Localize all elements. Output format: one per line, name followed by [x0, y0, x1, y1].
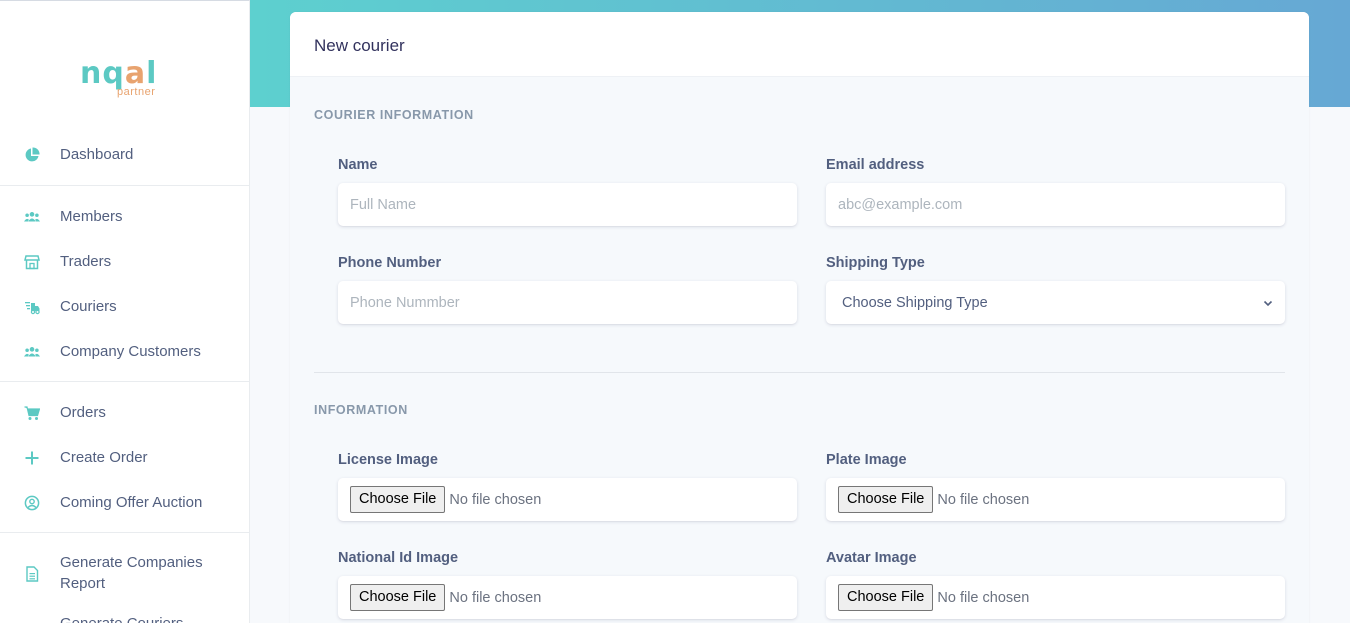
plate-image-label: Plate Image — [826, 452, 907, 468]
users-icon — [24, 209, 40, 225]
chevron-down-icon — [1263, 296, 1273, 307]
brand-logo[interactable]: nqal partner — [80, 59, 172, 103]
file-status: No file chosen — [449, 491, 542, 508]
card-header: New courier — [290, 12, 1309, 77]
store-icon — [24, 254, 40, 270]
sidebar-item-dashboard[interactable]: Dashboard — [0, 144, 249, 165]
sidebar-item-members[interactable]: Members — [0, 206, 249, 227]
email-label: Email address — [826, 157, 925, 173]
shipping-type-label: Shipping Type — [826, 255, 925, 271]
page-title: New courier — [314, 36, 405, 55]
file-status: No file chosen — [449, 589, 542, 606]
avatar-image-file-input[interactable]: Choose File No file chosen — [826, 576, 1285, 619]
email-input[interactable] — [826, 183, 1285, 226]
sidebar-item-label: Create Order — [60, 449, 148, 466]
sidebar-item-label: Generate Couriers — [60, 613, 183, 623]
file-status: No file chosen — [937, 589, 1030, 606]
sidebar-divider — [0, 381, 249, 382]
plate-image-file-input[interactable]: Choose File No file chosen — [826, 478, 1285, 521]
section-heading-courier-information: COURIER INFORMATION — [314, 108, 474, 122]
phone-label: Phone Number — [338, 255, 442, 271]
sidebar-divider — [0, 185, 249, 186]
sidebar-item-orders[interactable]: Orders — [0, 402, 249, 423]
sidebar-item-label: Couriers — [60, 298, 117, 315]
sidebar-item-generate-couriers[interactable]: Generate Couriers — [0, 613, 249, 623]
choose-file-button[interactable]: Choose File — [838, 486, 934, 513]
license-image-label: License Image — [338, 452, 438, 468]
plus-icon — [24, 450, 40, 466]
sidebar-item-label: Generate Companies Report — [60, 554, 203, 592]
logo-subtitle: partner — [117, 86, 156, 98]
sidebar-item-couriers[interactable]: Couriers — [0, 296, 249, 317]
sidebar-item-coming-offer-auction[interactable]: Coming Offer Auction — [0, 492, 249, 513]
file-status: No file chosen — [937, 491, 1030, 508]
sidebar-item-generate-companies-report[interactable]: Generate Companies Report — [0, 552, 249, 596]
section-heading-information: INFORMATION — [314, 403, 408, 417]
shipping-type-selected: Choose Shipping Type — [842, 294, 988, 311]
national-id-image-label: National Id Image — [338, 550, 459, 566]
cart-icon — [24, 405, 40, 421]
sidebar-item-label: Dashboard — [60, 146, 134, 163]
sidebar-item-traders[interactable]: Traders — [0, 251, 249, 272]
name-label: Name — [338, 157, 378, 173]
pie-chart-icon — [24, 146, 40, 163]
shipping-type-select[interactable]: Choose Shipping Type — [826, 281, 1285, 324]
file-icon — [24, 566, 40, 582]
license-image-file-input[interactable]: Choose File No file chosen — [338, 478, 797, 521]
sidebar-item-company-customers[interactable]: Company Customers — [0, 341, 249, 362]
choose-file-button[interactable]: Choose File — [838, 584, 934, 611]
shipping-fast-icon — [24, 299, 40, 315]
sidebar-item-create-order[interactable]: Create Order — [0, 447, 249, 468]
phone-input[interactable] — [338, 281, 797, 324]
sidebar-item-label: Coming Offer Auction — [60, 494, 203, 511]
sidebar-item-label: Members — [60, 208, 123, 225]
sidebar-divider — [0, 532, 249, 533]
choose-file-button[interactable]: Choose File — [350, 486, 446, 513]
choose-file-button[interactable]: Choose File — [350, 584, 446, 611]
sidebar-item-label: Company Customers — [60, 343, 201, 360]
new-courier-card: New courier COURIER INFORMATION Name Ema… — [290, 12, 1309, 623]
sidebar-item-label: Traders — [60, 253, 112, 270]
section-divider — [314, 372, 1285, 373]
national-id-image-file-input[interactable]: Choose File No file chosen — [338, 576, 797, 619]
logo-wordmark: nqal — [80, 56, 158, 91]
users-icon — [24, 344, 40, 360]
name-input[interactable] — [338, 183, 797, 226]
sidebar-item-label: Orders — [60, 404, 106, 421]
user-circle-icon — [24, 495, 40, 511]
avatar-image-label: Avatar Image — [826, 550, 917, 566]
sidebar: nqal partner Dashboard Members Traders C… — [0, 0, 250, 623]
